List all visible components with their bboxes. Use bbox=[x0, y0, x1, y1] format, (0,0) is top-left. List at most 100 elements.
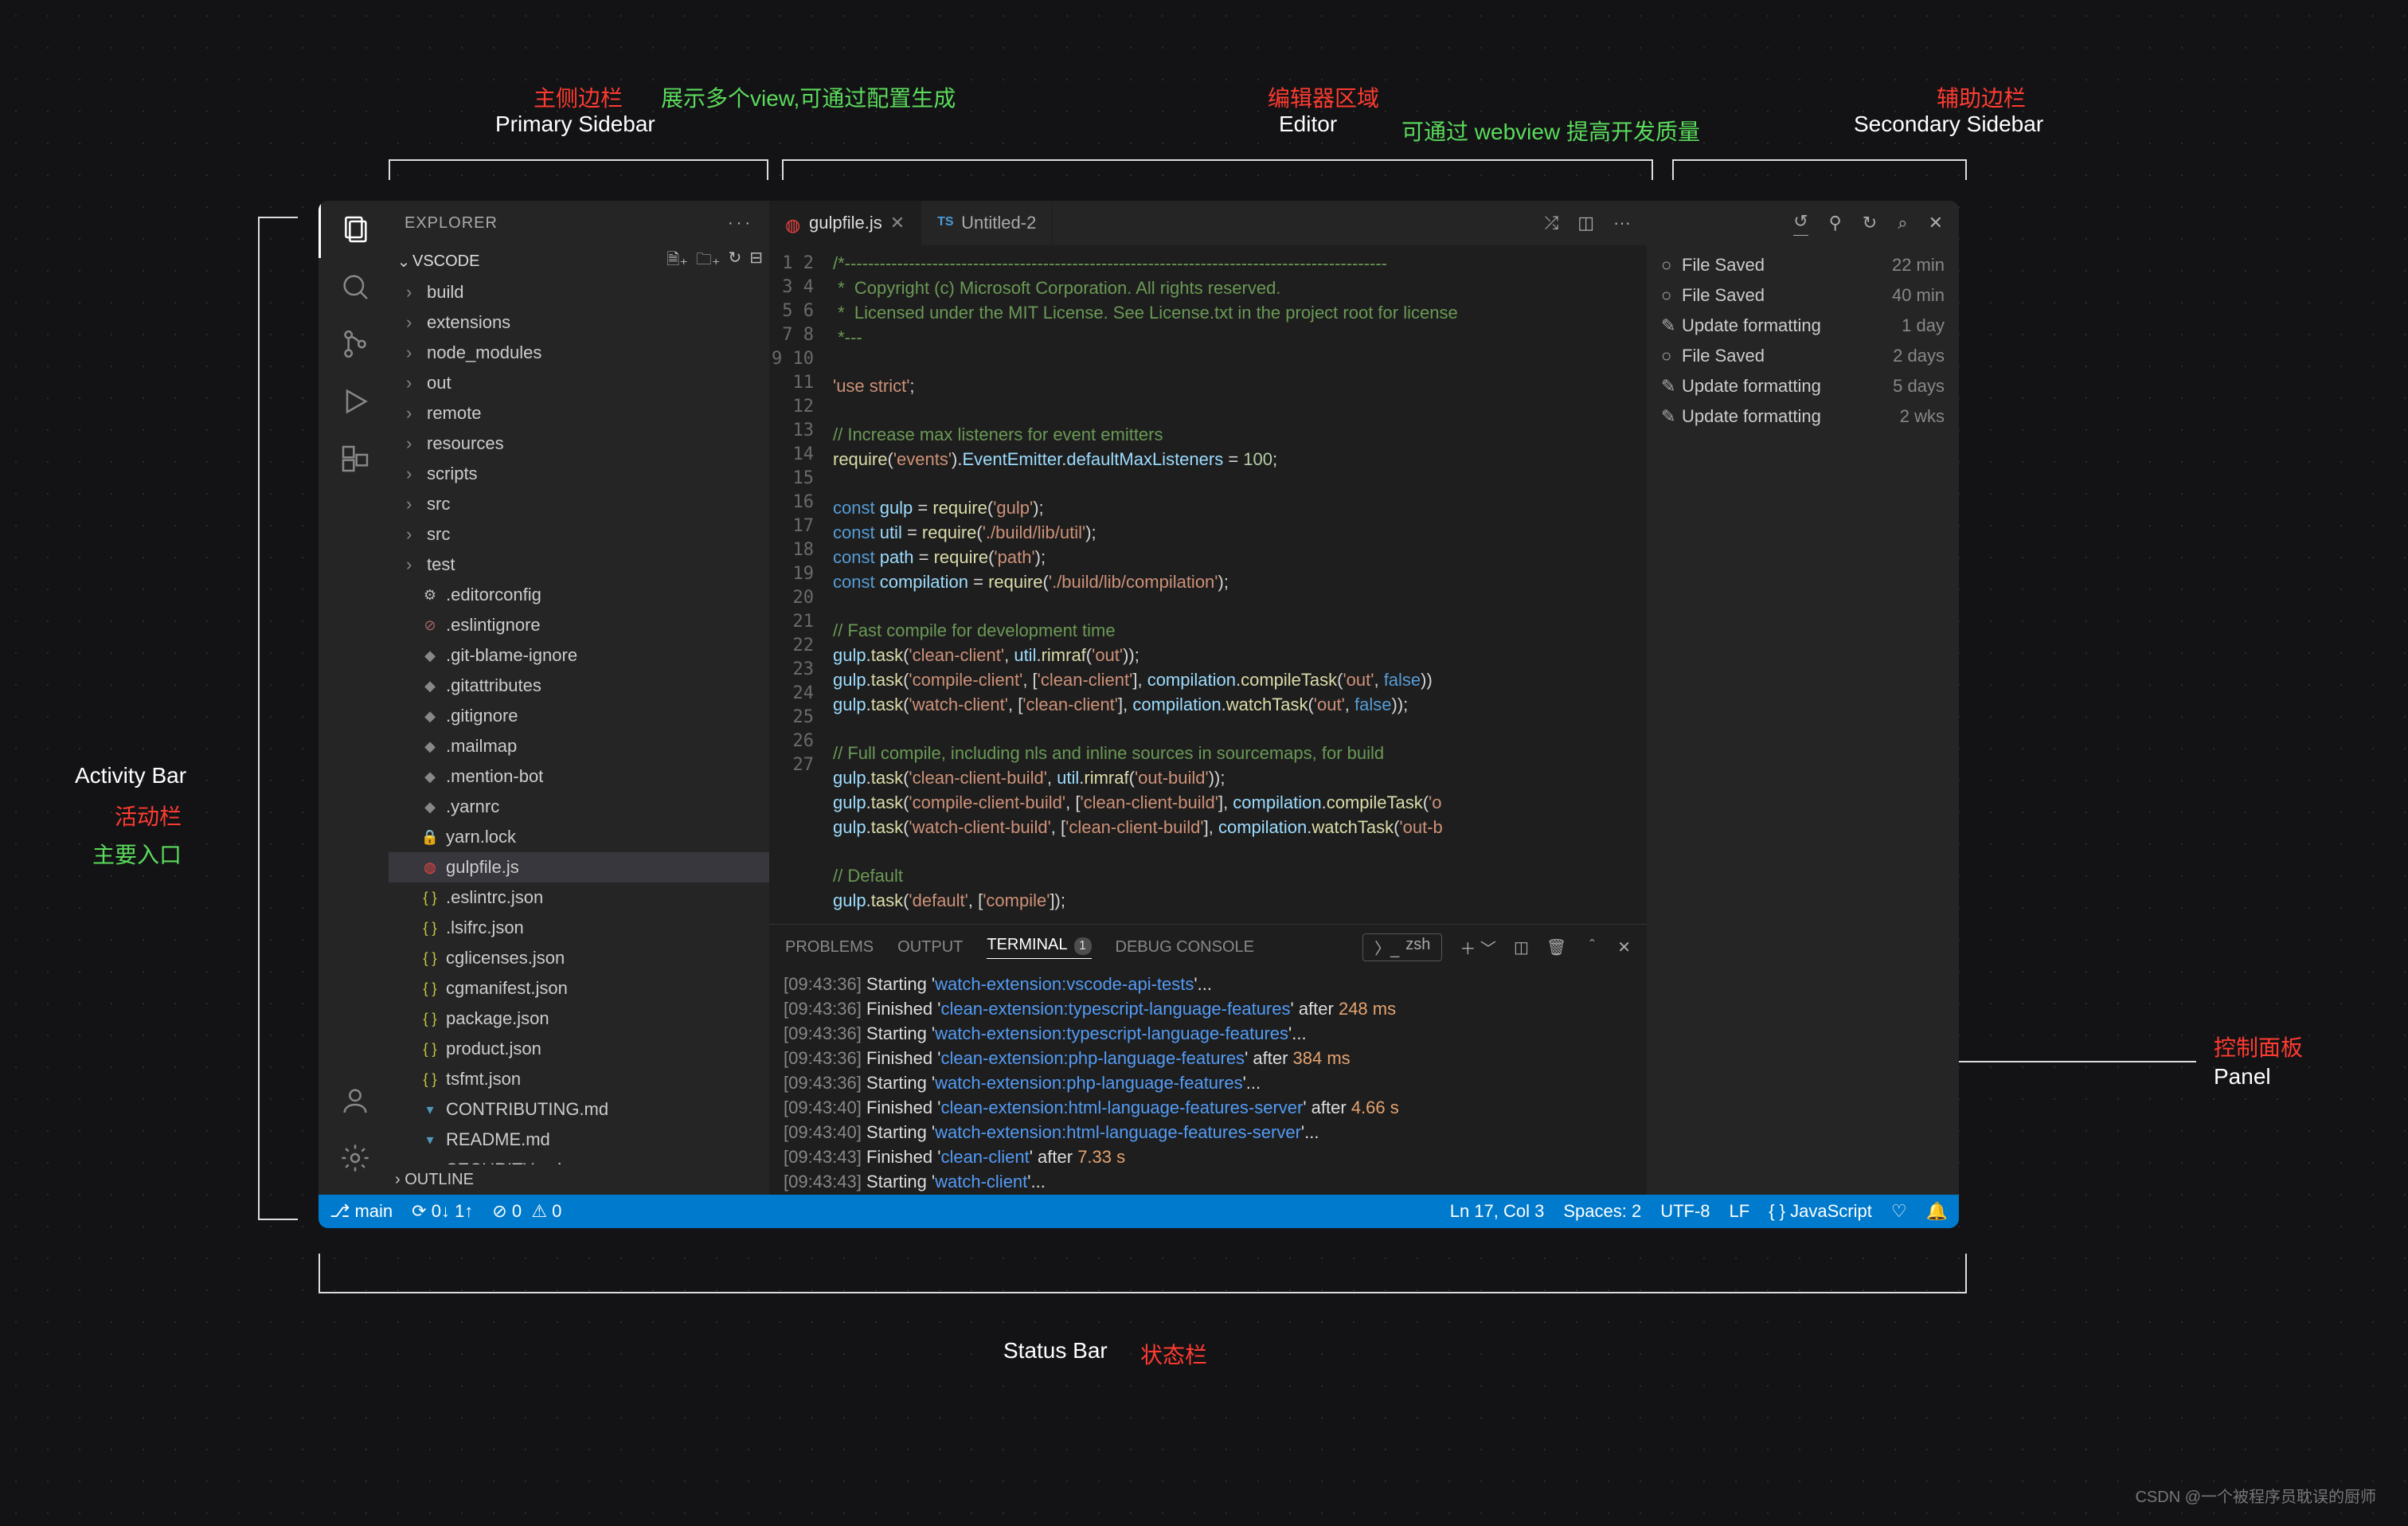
file-item[interactable]: ▾CONTRIBUTING.md bbox=[389, 1094, 769, 1125]
file-icon: ◆ bbox=[420, 646, 440, 665]
tab-more-icon[interactable]: ··· bbox=[1613, 213, 1631, 233]
folder-item[interactable]: ›out bbox=[389, 368, 769, 398]
folder-header[interactable]: ⌄ VSCODE 🗎₊ 🗀₊ ↻ ⊟ bbox=[389, 245, 769, 277]
panel-maximize-icon[interactable]: ＾ bbox=[1584, 936, 1600, 959]
item-label: build bbox=[427, 282, 463, 303]
file-item[interactable]: { }tsfmt.json bbox=[389, 1064, 769, 1094]
panel-tab-output[interactable]: OUTPUT bbox=[897, 938, 963, 957]
activity-account[interactable] bbox=[319, 1072, 389, 1129]
folder-item[interactable]: ›node_modules bbox=[389, 338, 769, 368]
split-terminal-icon[interactable]: ◫ bbox=[1514, 937, 1529, 957]
code-area[interactable]: 1 2 3 4 5 6 7 8 9 10 11 12 13 14 15 16 1… bbox=[769, 245, 1647, 924]
item-label: remote bbox=[427, 403, 481, 424]
branch-name: main bbox=[354, 1201, 393, 1221]
file-item[interactable]: { }.lsifrc.json bbox=[389, 913, 769, 943]
folder-item[interactable]: ›resources bbox=[389, 428, 769, 459]
file-icon: ◆ bbox=[420, 767, 440, 786]
error-count: 0 bbox=[512, 1201, 522, 1221]
status-eol[interactable]: LF bbox=[1730, 1201, 1750, 1222]
refresh-icon[interactable]: ↻ bbox=[728, 248, 741, 275]
shell-selector[interactable]: 〉_zsh bbox=[1362, 933, 1442, 961]
file-icon: ▾ bbox=[420, 1130, 440, 1149]
file-item[interactable]: ◆.git-blame-ignore bbox=[389, 640, 769, 671]
folder-item[interactable]: ›test bbox=[389, 550, 769, 580]
status-cursor[interactable]: Ln 17, Col 3 bbox=[1450, 1201, 1545, 1222]
folder-item[interactable]: ›remote bbox=[389, 398, 769, 428]
chevron-right-icon: › bbox=[406, 373, 420, 393]
activity-search[interactable] bbox=[319, 258, 389, 315]
file-item[interactable]: ◆.gitignore bbox=[389, 701, 769, 731]
activity-run[interactable] bbox=[319, 373, 389, 430]
folder-item[interactable]: ›build bbox=[389, 277, 769, 307]
compare-icon[interactable]: ⤮ bbox=[1545, 213, 1559, 233]
folder-item[interactable]: ›src bbox=[389, 519, 769, 550]
primary-sidebar: EXPLORER ··· ⌄ VSCODE 🗎₊ 🗀₊ ↻ ⊟ ›build›e… bbox=[389, 201, 769, 1195]
status-sync[interactable]: ⟳ 0↓ 1↑ bbox=[412, 1201, 473, 1222]
trash-icon[interactable]: 🗑 bbox=[1546, 937, 1566, 957]
filter-icon[interactable]: ⌕ bbox=[1898, 213, 1907, 233]
timeline-item[interactable]: ✎Update formatting5 days bbox=[1661, 371, 1945, 401]
status-encoding[interactable]: UTF-8 bbox=[1660, 1201, 1710, 1222]
activity-scm[interactable] bbox=[319, 315, 389, 373]
panel-tab-terminal[interactable]: TERMINAL1 bbox=[987, 936, 1091, 959]
file-item[interactable]: ◆.yarnrc bbox=[389, 792, 769, 822]
item-label: gulpfile.js bbox=[446, 857, 519, 878]
close-sidebar-icon[interactable]: ✕ bbox=[1929, 213, 1943, 233]
folder-item[interactable]: ›scripts bbox=[389, 459, 769, 489]
code-content[interactable]: /*--------------------------------------… bbox=[825, 245, 1647, 924]
terminal-output[interactable]: [09:43:36] Starting 'watch-extension:vsc… bbox=[769, 969, 1647, 1195]
panel-tab-debugconsole[interactable]: DEBUG CONSOLE bbox=[1116, 938, 1254, 957]
file-item[interactable]: { }cgmanifest.json bbox=[389, 973, 769, 1004]
file-icon: ◆ bbox=[420, 737, 440, 756]
close-icon[interactable]: ✕ bbox=[890, 213, 905, 233]
timeline-item[interactable]: ○File Saved22 min bbox=[1661, 250, 1945, 280]
file-item[interactable]: { }.eslintrc.json bbox=[389, 882, 769, 913]
status-bell-icon[interactable]: 🔔 bbox=[1926, 1201, 1948, 1222]
activity-extensions[interactable] bbox=[319, 430, 389, 487]
file-icon: 🔒 bbox=[420, 828, 440, 847]
activity-settings[interactable] bbox=[319, 1129, 389, 1187]
tab-untitled[interactable]: TS Untitled-2 bbox=[921, 201, 1053, 245]
chevron-right-icon: › bbox=[406, 494, 420, 515]
timeline-item[interactable]: ✎Update formatting2 wks bbox=[1661, 401, 1945, 432]
file-item[interactable]: ▾SECURITY.md bbox=[389, 1155, 769, 1164]
status-problems[interactable]: ⊘ 0 ⚠ 0 bbox=[492, 1201, 561, 1222]
status-branch[interactable]: ⎇ main bbox=[330, 1201, 393, 1222]
file-item[interactable]: { }package.json bbox=[389, 1004, 769, 1034]
folder-item[interactable]: ›src bbox=[389, 489, 769, 519]
file-item[interactable]: ▾README.md bbox=[389, 1125, 769, 1155]
add-terminal-icon[interactable]: ＋ ﹀ bbox=[1460, 936, 1496, 959]
file-item[interactable]: { }product.json bbox=[389, 1034, 769, 1064]
status-feedback-icon[interactable]: ♡ bbox=[1891, 1201, 1907, 1222]
file-item[interactable]: ⊘.eslintignore bbox=[389, 610, 769, 640]
file-item[interactable]: ◆.gitattributes bbox=[389, 671, 769, 701]
tab-gulpfile[interactable]: ◍ gulpfile.js ✕ bbox=[769, 201, 921, 245]
split-icon[interactable]: ◫ bbox=[1577, 213, 1594, 233]
activity-explorer[interactable] bbox=[319, 201, 389, 258]
ann-activity-cn: 活动栏 bbox=[115, 800, 182, 831]
new-file-icon[interactable]: 🗎₊ bbox=[666, 248, 688, 275]
collapse-icon[interactable]: ⊟ bbox=[749, 248, 763, 275]
file-item[interactable]: ⚙.editorconfig bbox=[389, 580, 769, 610]
timeline-item[interactable]: ○File Saved2 days bbox=[1661, 341, 1945, 371]
folder-item[interactable]: ›extensions bbox=[389, 307, 769, 338]
panel-tab-problems[interactable]: PROBLEMS bbox=[785, 938, 874, 957]
refresh-icon[interactable]: ↻ bbox=[1863, 213, 1877, 233]
status-language[interactable]: { } JavaScript bbox=[1769, 1201, 1872, 1222]
file-item[interactable]: ◆.mailmap bbox=[389, 731, 769, 761]
explorer-more-icon[interactable]: ··· bbox=[728, 214, 753, 233]
chevron-right-icon: › bbox=[406, 342, 420, 363]
panel-close-icon[interactable]: ✕ bbox=[1617, 937, 1631, 957]
file-item[interactable]: 🔒yarn.lock bbox=[389, 822, 769, 852]
file-item[interactable]: ◆.mention-bot bbox=[389, 761, 769, 792]
timeline-item[interactable]: ○File Saved40 min bbox=[1661, 280, 1945, 311]
pin-icon[interactable]: ⚲ bbox=[1829, 213, 1842, 233]
new-folder-icon[interactable]: 🗀₊ bbox=[696, 248, 721, 275]
file-item[interactable]: ◍gulpfile.js bbox=[389, 852, 769, 882]
status-spaces[interactable]: Spaces: 2 bbox=[1563, 1201, 1641, 1222]
outline-section[interactable]: › OUTLINE bbox=[389, 1164, 769, 1195]
file-item[interactable]: { }cglicenses.json bbox=[389, 943, 769, 973]
timeline-item[interactable]: ✎Update formatting1 day bbox=[1661, 311, 1945, 341]
history-icon[interactable]: ↺ bbox=[1793, 211, 1808, 236]
item-label: .gitignore bbox=[446, 706, 518, 726]
